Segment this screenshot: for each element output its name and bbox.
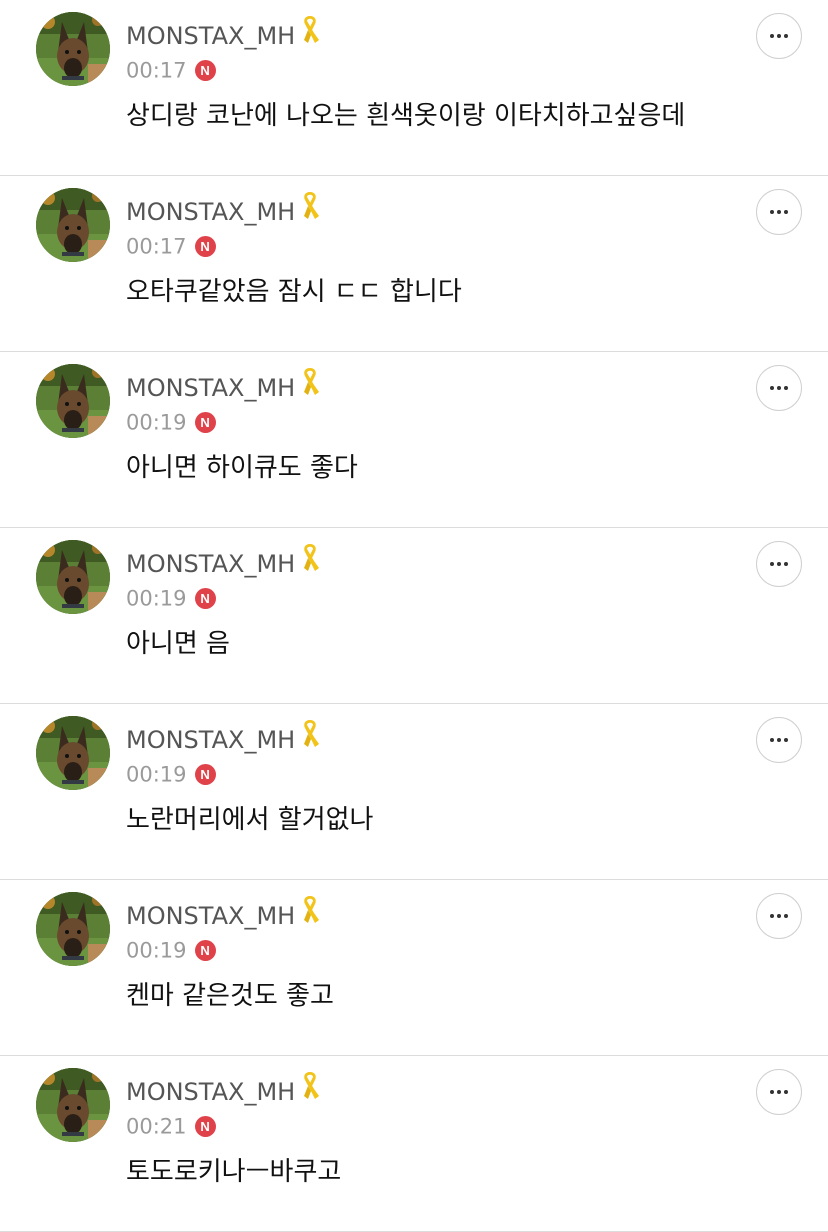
more-options-button[interactable] [756,717,802,763]
avatar[interactable] [36,12,110,86]
more-options-icon [770,1090,774,1094]
more-dot [784,562,788,566]
more-options-icon [770,386,774,390]
new-badge-icon: N [194,764,216,785]
new-badge-icon: N [194,236,216,257]
new-badge-icon: N [194,1116,216,1137]
more-dot [777,914,781,918]
more-dot [777,738,781,742]
more-dot [784,210,788,214]
username[interactable]: MONSTAX_MH [126,192,321,230]
username[interactable]: MONSTAX_MH [126,368,321,406]
dog-avatar-image [36,12,110,86]
more-options-icon [770,562,774,566]
comment-text: 아니면 음 [126,629,230,659]
post-meta: 00:17 N [126,56,216,84]
timestamp: 00:19 [126,410,187,435]
yellow-ribbon-icon [299,717,321,759]
new-badge-icon: N [194,940,216,961]
comment-item: MONSTAX_MH 00:19 N 아니면 음 [0,528,828,704]
more-dot [777,562,781,566]
comment-item: MONSTAX_MH 00:19 N 켄마 같은것도 좋고 [0,880,828,1056]
yellow-ribbon-icon [299,1069,321,1111]
post-meta: 00:19 N [126,584,216,612]
more-options-button[interactable] [756,13,802,59]
more-dot [784,34,788,38]
more-dot [784,914,788,918]
username-text: MONSTAX_MH [126,550,296,578]
comment-text: 아니면 하이큐도 좋다 [126,453,358,483]
more-dot [784,1090,788,1094]
new-badge-icon: N [194,588,216,609]
timestamp: 00:19 [126,762,187,787]
yellow-ribbon-icon [299,189,321,231]
username[interactable]: MONSTAX_MH [126,896,321,934]
comment-text: 오타쿠같았음 잠시 ㄷㄷ 합니다 [126,277,462,307]
avatar[interactable] [36,716,110,790]
avatar[interactable] [36,364,110,438]
avatar[interactable] [36,540,110,614]
dog-avatar-image [36,364,110,438]
comment-item: MONSTAX_MH 00:19 N 노란머리에서 할거없나 [0,704,828,880]
comment-item: MONSTAX_MH 00:17 N 상디랑 코난에 나오는 흰색옷이랑 이타치하… [0,0,828,176]
post-meta: 00:19 N [126,936,216,964]
comment-text: 토도로키나ㅡ바쿠고 [126,1157,342,1187]
more-dot [784,386,788,390]
dog-avatar-image [36,188,110,262]
avatar[interactable] [36,892,110,966]
avatar[interactable] [36,1068,110,1142]
more-dot [777,386,781,390]
more-options-button[interactable] [756,541,802,587]
more-options-button[interactable] [756,1069,802,1115]
username-text: MONSTAX_MH [126,1078,296,1106]
username-text: MONSTAX_MH [126,198,296,226]
dog-avatar-image [36,716,110,790]
comment-item: MONSTAX_MH 00:21 N 토도로키나ㅡ바쿠고 [0,1056,828,1232]
username[interactable]: MONSTAX_MH [126,544,321,582]
more-dot [777,34,781,38]
dog-avatar-image [36,892,110,966]
comment-feed: MONSTAX_MH 00:17 N 상디랑 코난에 나오는 흰색옷이랑 이타치하… [0,0,828,1232]
post-meta: 00:19 N [126,408,216,436]
timestamp: 00:19 [126,586,187,611]
new-badge-icon: N [194,412,216,433]
comment-text: 상디랑 코난에 나오는 흰색옷이랑 이타치하고싶응데 [126,101,686,131]
timestamp: 00:17 [126,234,187,259]
username-text: MONSTAX_MH [126,374,296,402]
username-text: MONSTAX_MH [126,726,296,754]
username[interactable]: MONSTAX_MH [126,16,321,54]
post-meta: 00:21 N [126,1112,216,1140]
yellow-ribbon-icon [299,13,321,55]
more-options-icon [770,34,774,38]
yellow-ribbon-icon [299,365,321,407]
more-dot [777,1090,781,1094]
post-meta: 00:19 N [126,760,216,788]
more-options-button[interactable] [756,365,802,411]
comment-item: MONSTAX_MH 00:19 N 아니면 하이큐도 좋다 [0,352,828,528]
username[interactable]: MONSTAX_MH [126,720,321,758]
username[interactable]: MONSTAX_MH [126,1072,321,1110]
comment-text: 노란머리에서 할거없나 [126,805,374,835]
post-meta: 00:17 N [126,232,216,260]
timestamp: 00:21 [126,1114,187,1139]
comment-text: 켄마 같은것도 좋고 [126,981,334,1011]
avatar[interactable] [36,188,110,262]
yellow-ribbon-icon [299,893,321,935]
yellow-ribbon-icon [299,541,321,583]
more-options-icon [770,210,774,214]
dog-avatar-image [36,1068,110,1142]
more-dot [777,210,781,214]
more-options-icon [770,738,774,742]
timestamp: 00:17 [126,58,187,83]
more-options-icon [770,914,774,918]
comment-item: MONSTAX_MH 00:17 N 오타쿠같았음 잠시 ㄷㄷ 합니다 [0,176,828,352]
new-badge-icon: N [194,60,216,81]
username-text: MONSTAX_MH [126,22,296,50]
dog-avatar-image [36,540,110,614]
timestamp: 00:19 [126,938,187,963]
more-dot [784,738,788,742]
username-text: MONSTAX_MH [126,902,296,930]
more-options-button[interactable] [756,893,802,939]
more-options-button[interactable] [756,189,802,235]
